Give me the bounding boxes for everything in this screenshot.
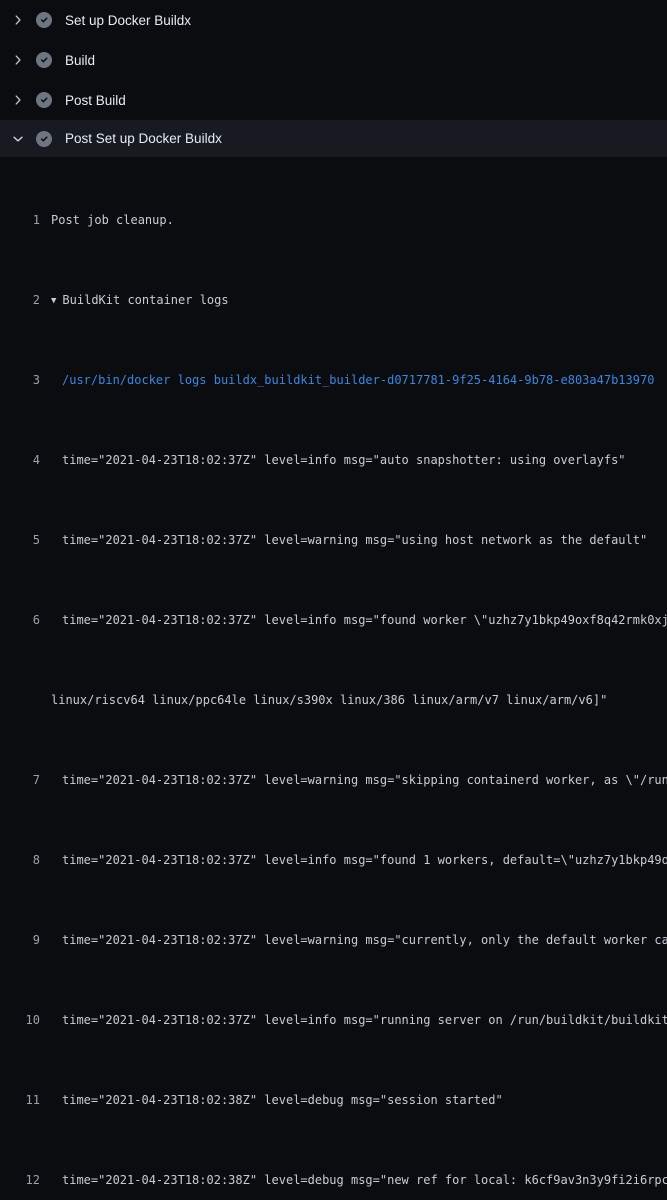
step-label: Set up Docker Buildx [65,13,191,28]
log-line: 2 ▼ BuildKit container logs [0,290,667,310]
log-line-number[interactable]: 7 [0,770,40,790]
log-line-number [0,690,40,710]
log-line-text: time="2021-04-23T18:02:37Z" level=info m… [51,450,626,470]
step-header-set-up-docker-buildx[interactable]: Set up Docker Buildx [0,0,667,40]
check-circle-icon [36,12,52,28]
log-line-number[interactable]: 6 [0,610,40,630]
log-line-text: time="2021-04-23T18:02:37Z" level=info m… [51,610,667,630]
log-line: 10 time="2021-04-23T18:02:37Z" level=inf… [0,1010,667,1030]
log-line: 6 time="2021-04-23T18:02:37Z" level=info… [0,610,667,630]
workflow-steps-list: Set up Docker Buildx Build [0,0,667,157]
log-line-text: time="2021-04-23T18:02:37Z" level=warnin… [51,930,667,950]
step-header-post-set-up-docker-buildx[interactable]: Post Set up Docker Buildx [0,120,667,157]
log-line: 8 time="2021-04-23T18:02:37Z" level=info… [0,850,667,870]
log-line-text: time="2021-04-23T18:02:37Z" level=info m… [51,850,667,870]
log-line: 7 time="2021-04-23T18:02:37Z" level=warn… [0,770,667,790]
step-header-build[interactable]: Build [0,40,667,80]
log-line-text: Post job cleanup. [51,210,174,230]
log-line: 5 time="2021-04-23T18:02:37Z" level=warn… [0,530,667,550]
log-line-number[interactable]: 2 [0,290,40,310]
log-line: 11 time="2021-04-23T18:02:38Z" level=deb… [0,1090,667,1110]
log-line-number[interactable]: 11 [0,1090,40,1110]
log-line-number[interactable]: 4 [0,450,40,470]
check-circle-icon [36,92,52,108]
log-line-text: time="2021-04-23T18:02:37Z" level=warnin… [51,770,667,790]
log-line: linux/riscv64 linux/ppc64le linux/s390x … [0,690,667,710]
log-line-number[interactable]: 3 [0,370,40,390]
log-line-text: time="2021-04-23T18:02:37Z" level=warnin… [51,530,647,550]
log-line-number[interactable]: 9 [0,930,40,950]
group-label[interactable]: BuildKit container logs [62,293,228,307]
step-label: Post Set up Docker Buildx [65,131,222,146]
chevron-right-icon [10,52,26,68]
step-header-post-build[interactable]: Post Build [0,80,667,120]
chevron-right-icon [10,12,26,28]
log-line: 1 Post job cleanup. [0,210,667,230]
log-line: 9 time="2021-04-23T18:02:37Z" level=warn… [0,930,667,950]
chevron-right-icon [10,92,26,108]
log-line-text: time="2021-04-23T18:02:38Z" level=debug … [51,1090,503,1110]
step-label: Build [65,53,95,68]
check-circle-icon [36,52,52,68]
log-line: 4 time="2021-04-23T18:02:37Z" level=info… [0,450,667,470]
log-line: 12 time="2021-04-23T18:02:38Z" level=deb… [0,1170,667,1190]
chevron-down-icon [10,131,26,147]
log-line-number[interactable]: 10 [0,1010,40,1030]
log-line-number[interactable]: 1 [0,210,40,230]
log-line-number[interactable]: 5 [0,530,40,550]
log-viewer: 1 Post job cleanup. 2 ▼ BuildKit containe… [0,157,667,1200]
log-line-text: time="2021-04-23T18:02:38Z" level=debug … [51,1170,667,1190]
log-line: 3 /usr/bin/docker logs buildx_buildkit_b… [0,370,667,390]
step-label: Post Build [65,93,126,108]
log-line-text: /usr/bin/docker logs buildx_buildkit_bui… [51,370,654,390]
log-line-text: ▼ BuildKit container logs [51,290,229,310]
group-disclosure-icon[interactable]: ▼ [51,291,56,310]
log-line-number[interactable]: 8 [0,850,40,870]
check-circle-icon [36,131,52,147]
log-line-text: linux/riscv64 linux/ppc64le linux/s390x … [51,690,607,710]
log-line-number[interactable]: 12 [0,1170,40,1190]
log-line-text: time="2021-04-23T18:02:37Z" level=info m… [51,1010,667,1030]
